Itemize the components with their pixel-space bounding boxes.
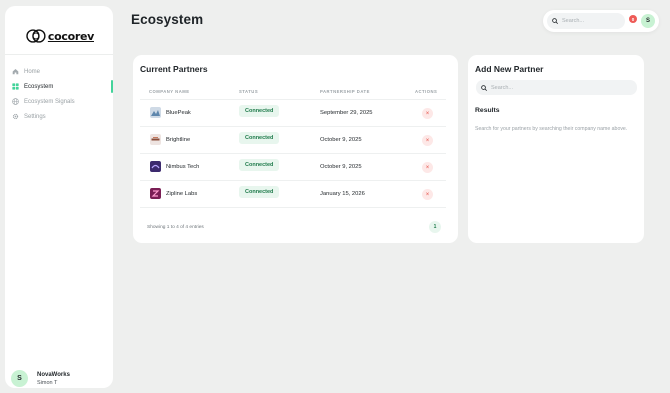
- partnership-date: January 15, 2026: [320, 191, 365, 197]
- avatar: S: [11, 370, 28, 387]
- search-icon: [481, 84, 487, 91]
- user-profile[interactable]: S NovaWorks Simon T: [11, 370, 70, 387]
- column-header-actions: ACTIONS: [415, 89, 438, 94]
- remove-partner-button[interactable]: ×: [422, 108, 433, 119]
- partnership-date: October 9, 2025: [320, 164, 362, 170]
- sidebar-item-label: Settings: [24, 113, 46, 120]
- add-partner-title: Add New Partner: [475, 64, 544, 74]
- partner-search[interactable]: [476, 80, 637, 95]
- partnership-date: September 29, 2025: [320, 110, 373, 116]
- brand-logo[interactable]: cocorev: [26, 26, 94, 46]
- notification-badge[interactable]: 0: [629, 15, 637, 23]
- column-header-company: COMPANY NAME: [149, 89, 190, 94]
- status-badge: Connected: [239, 132, 280, 144]
- globe-icon: [12, 98, 19, 105]
- company-name: BluePeak: [166, 110, 191, 116]
- results-hint: Search for your partners by searching th…: [475, 126, 628, 132]
- sidebar: cocorev Home Ecosystem Ecosystem Signals…: [5, 6, 113, 388]
- home-icon: [12, 68, 19, 75]
- grid-icon: [12, 83, 19, 90]
- search-input[interactable]: [562, 18, 622, 24]
- company-name: Brightline: [166, 137, 191, 143]
- company-name: Nimbus Tech: [166, 164, 200, 170]
- search-icon: [552, 18, 558, 24]
- sidebar-item-ecosystem-signals[interactable]: Ecosystem Signals: [5, 94, 113, 109]
- status-badge: Connected: [239, 159, 280, 171]
- table-row: Zipline Labs Connected January 15, 2026 …: [140, 181, 446, 208]
- header-toolbar: 0 S: [543, 10, 659, 32]
- sidebar-item-ecosystem[interactable]: Ecosystem: [5, 79, 113, 94]
- sidebar-item-label: Ecosystem: [24, 83, 54, 90]
- remove-partner-button[interactable]: ×: [422, 162, 433, 173]
- sidebar-item-home[interactable]: Home: [5, 64, 113, 79]
- sidebar-item-label: Home: [24, 68, 41, 75]
- brand-name: cocorev: [47, 29, 94, 43]
- company-logo: [150, 161, 161, 172]
- user-name: Simon T: [37, 379, 58, 386]
- partnership-date: October 9, 2025: [320, 137, 362, 143]
- column-header-date: PARTNERSHIP DATE: [320, 89, 370, 94]
- page-title: Ecosystem: [131, 12, 204, 27]
- table-row: Nimbus Tech Connected October 9, 2025 ×: [140, 154, 446, 181]
- user-company: NovaWorks: [37, 371, 70, 378]
- pagination-summary: Showing 1 to 4 of 4 entries: [147, 225, 204, 230]
- results-title: Results: [475, 107, 500, 114]
- header-avatar[interactable]: S: [641, 14, 655, 28]
- table-header: COMPANY NAME STATUS PARTNERSHIP DATE ACT…: [140, 88, 446, 96]
- sidebar-divider: [5, 54, 113, 55]
- column-header-status: STATUS: [239, 89, 259, 94]
- sidebar-nav: Home Ecosystem Ecosystem Signals Setting…: [5, 64, 113, 124]
- company-logo: [150, 188, 161, 199]
- status-badge: Connected: [239, 105, 280, 117]
- header-search[interactable]: [547, 13, 625, 29]
- remove-partner-button[interactable]: ×: [422, 135, 433, 146]
- sidebar-item-settings[interactable]: Settings: [5, 109, 113, 124]
- pagination-page-button[interactable]: 1: [429, 221, 441, 233]
- table-row: BluePeak Connected September 29, 2025 ×: [140, 100, 446, 127]
- logo-mark-icon: [26, 29, 46, 43]
- company-name: Zipline Labs: [166, 191, 198, 197]
- add-partner-card: Add New Partner Results Search for your …: [468, 55, 644, 243]
- current-partners-card: Current Partners COMPANY NAME STATUS PAR…: [133, 55, 458, 243]
- status-badge: Connected: [239, 186, 280, 198]
- company-logo: [150, 107, 161, 118]
- partner-search-input[interactable]: [491, 84, 621, 91]
- remove-partner-button[interactable]: ×: [422, 189, 433, 200]
- gear-icon: [12, 113, 19, 120]
- current-partners-title: Current Partners: [140, 64, 208, 74]
- sidebar-item-label: Ecosystem Signals: [24, 98, 75, 105]
- company-logo: [150, 134, 161, 145]
- table-row: Brightline Connected October 9, 2025 ×: [140, 127, 446, 154]
